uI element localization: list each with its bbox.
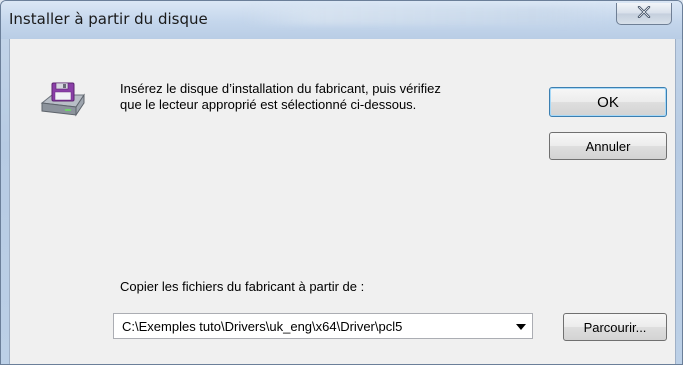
install-from-disk-dialog: Installer à partir du disque Insérez le … — [0, 0, 683, 365]
copy-from-label: Copier les fichiers du fabricant à parti… — [120, 279, 365, 294]
close-icon — [637, 5, 651, 23]
path-input[interactable]: C:\Exemples tuto\Drivers\uk_eng\x64\Driv… — [122, 319, 402, 334]
title-bar-background — [241, 7, 621, 25]
ok-button[interactable]: OK — [549, 87, 667, 117]
instruction-line-1: Insérez le disque d’installation du fabr… — [120, 81, 441, 96]
path-combobox[interactable]: C:\Exemples tuto\Drivers\uk_eng\x64\Driv… — [113, 313, 533, 339]
instruction-text: Insérez le disque d’installation du fabr… — [120, 81, 540, 113]
browse-button[interactable]: Parcourir... — [563, 313, 667, 341]
dialog-body: Insérez le disque d’installation du fabr… — [9, 39, 676, 364]
title-bar[interactable]: Installer à partir du disque — [1, 1, 682, 39]
close-button[interactable] — [616, 3, 672, 25]
cancel-button[interactable]: Annuler — [549, 132, 667, 160]
chevron-down-icon[interactable] — [516, 324, 526, 330]
floppy-disk-drive-icon — [38, 81, 86, 123]
instruction-line-2: que le lecteur approprié est sélectionné… — [120, 97, 417, 112]
window-title: Installer à partir du disque — [9, 10, 208, 28]
